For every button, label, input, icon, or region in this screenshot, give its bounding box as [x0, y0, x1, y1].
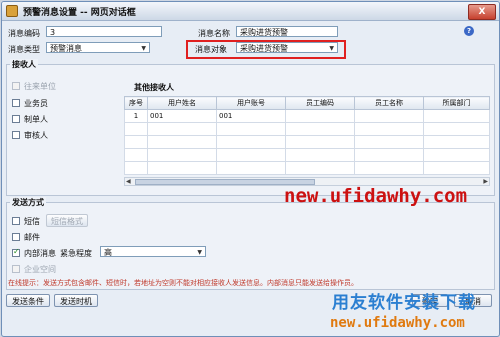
close-button[interactable]: X: [468, 4, 496, 20]
checkbox-internal[interactable]: [12, 247, 20, 257]
chevron-down-icon: ▼: [329, 45, 334, 52]
msg-name-label: 消息名称: [198, 29, 230, 38]
table-cell[interactable]: 001: [216, 109, 286, 123]
checkbox-reviewer[interactable]: [12, 131, 20, 139]
table-cell[interactable]: 001: [147, 109, 217, 123]
scroll-right-icon[interactable]: ▶: [483, 178, 488, 185]
online-hint: 在线提示：发送方式包含邮件、短信时，若地址为空则不能对相应接收人发送信息。内部消…: [8, 279, 358, 287]
send-title: 发送方式: [10, 197, 46, 208]
col-header[interactable]: 员工名称: [354, 96, 424, 110]
creator-label: 制单人: [24, 115, 48, 124]
other-receivers-title: 其他接收人: [132, 82, 176, 93]
col-header[interactable]: 序号: [124, 96, 148, 110]
enterprise-label: 企业空间: [24, 265, 56, 274]
col-header[interactable]: 所属部门: [423, 96, 490, 110]
mail-label: 邮件: [24, 233, 40, 242]
msg-type-select[interactable]: 预警消息 ▼: [46, 42, 150, 53]
checkbox-salesman[interactable]: [12, 99, 20, 107]
col-header[interactable]: 用户姓名: [147, 96, 217, 110]
msg-code-input[interactable]: 3: [46, 26, 162, 37]
table-row[interactable]: [124, 148, 490, 162]
msg-type-label: 消息类型: [8, 45, 40, 54]
reviewer-label: 审核人: [24, 131, 48, 140]
watermark-url: new.ufidawhy.com: [284, 185, 468, 207]
checkbox-creator[interactable]: [12, 115, 20, 123]
send-time-button[interactable]: 发送时机: [54, 294, 98, 307]
table-row[interactable]: [124, 135, 490, 149]
checkbox-enterprise: [12, 265, 20, 273]
checkbox-sms[interactable]: [12, 217, 20, 225]
msg-type-value: 预警消息: [50, 44, 82, 53]
partner-label: 往来单位: [24, 82, 56, 91]
table-cell[interactable]: [423, 109, 490, 123]
watermark-brand: 用友软件安装下载: [332, 293, 476, 313]
table-row[interactable]: [124, 161, 490, 175]
checkbox-mail[interactable]: [12, 233, 20, 241]
msg-target-value: 采购进货预警: [240, 44, 288, 53]
chevron-down-icon: ▼: [141, 45, 146, 52]
dialog-title: 预警消息设置 -- 网页对话框: [23, 7, 136, 18]
msg-code-label: 消息编码: [8, 29, 40, 38]
scroll-left-icon[interactable]: ◀: [126, 178, 131, 185]
table-row[interactable]: 1 001 001: [124, 109, 490, 123]
app-icon: [6, 5, 18, 17]
internal-label: 内部消息: [24, 249, 56, 258]
urgency-label: 紧急程度: [60, 249, 92, 258]
sms-format-button[interactable]: 短信格式: [46, 214, 88, 227]
title-bar: 预警消息设置 -- 网页对话框: [2, 2, 499, 21]
msg-target-select[interactable]: 采购进货预警 ▼: [236, 42, 338, 53]
urgency-value: 高: [104, 248, 112, 257]
table-row[interactable]: [124, 122, 490, 136]
table-cell[interactable]: [285, 109, 355, 123]
table-cell[interactable]: [354, 109, 424, 123]
urgency-select[interactable]: 高 ▼: [100, 246, 206, 257]
send-conditions-button[interactable]: 发送条件: [6, 294, 50, 307]
salesman-label: 业务员: [24, 99, 48, 108]
receivers-table[interactable]: 序号 用户姓名 用户账号 员工编码 员工名称 所属部门 1 001 001: [124, 96, 490, 175]
checkbox-partner: [12, 82, 20, 90]
sms-label: 短信: [24, 217, 40, 226]
msg-name-input[interactable]: 采购进货预警: [236, 26, 338, 37]
msg-target-label: 消息对象: [195, 45, 227, 54]
receivers-title: 接收人: [10, 59, 38, 70]
watermark-url-small: new.ufidawhy.com: [330, 315, 465, 331]
col-header[interactable]: 用户账号: [216, 96, 286, 110]
dialog-window: 预警消息设置 -- 网页对话框 X 消息编码 3 消息名称 采购进货预警 ? 消…: [1, 1, 500, 337]
chevron-down-icon: ▼: [197, 249, 202, 256]
help-icon[interactable]: ?: [464, 26, 474, 36]
table-header-row: 序号 用户姓名 用户账号 员工编码 员工名称 所属部门: [124, 96, 490, 110]
col-header[interactable]: 员工编码: [285, 96, 355, 110]
table-cell: 1: [124, 109, 148, 123]
